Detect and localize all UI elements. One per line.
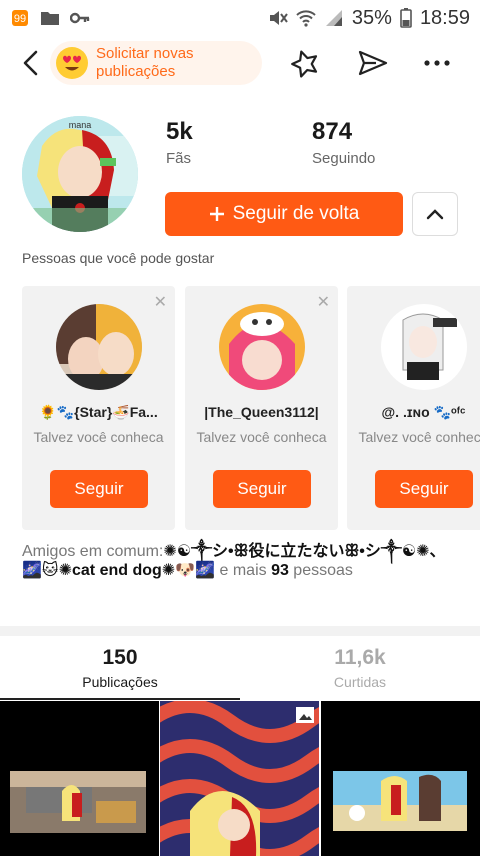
suggestion-name: 🌻🐾{Star}🍜Fa... xyxy=(39,404,158,420)
more-icon[interactable] xyxy=(420,48,454,78)
followers-count: 5k xyxy=(166,118,193,145)
close-icon[interactable]: ✕ xyxy=(317,292,330,312)
share-icon[interactable] xyxy=(356,48,390,78)
likes-label: Curtidas xyxy=(333,674,387,690)
suggestion-avatar[interactable] xyxy=(219,304,305,390)
mutual-count: 93 xyxy=(271,562,289,579)
mutual-suffix-before: e mais xyxy=(215,562,272,579)
follow-back-label: Seguir de volta xyxy=(232,203,360,224)
follow-button[interactable]: Seguir xyxy=(375,470,473,508)
video-thumbnail[interactable] xyxy=(321,701,480,856)
suggestion-subtitle: Talvez você conheca xyxy=(196,429,327,445)
top-bar: Solicitar novas publicações xyxy=(0,38,480,88)
likes-count: 11,6k xyxy=(334,646,386,669)
request-posts-banner[interactable]: Solicitar novas publicações xyxy=(50,41,262,85)
tab-posts[interactable]: 150 Publicações xyxy=(0,646,240,690)
avatar-watermark: mana xyxy=(69,120,92,130)
mutual-suffix-after: pessoas xyxy=(288,562,353,579)
active-tab-indicator xyxy=(0,698,240,700)
suggestion-avatar[interactable] xyxy=(381,304,467,390)
app-icon: 99 xyxy=(12,10,28,26)
expand-suggestions-button[interactable] xyxy=(412,192,458,236)
suggestions-title: Pessoas que você pode gostar xyxy=(22,250,215,266)
follow-button[interactable]: Seguir xyxy=(213,470,311,508)
followers-label: Fãs xyxy=(166,150,192,167)
mutual-prefix: Amigos em comum: xyxy=(22,543,164,560)
follow-button[interactable]: Seguir xyxy=(50,470,148,508)
posts-label: Publicações xyxy=(82,674,158,690)
clock: 18:59 xyxy=(419,6,470,29)
svg-text:99: 99 xyxy=(14,13,26,25)
suggestion-card[interactable]: ✕ |The_Queen3112| Talvez você conheca Se… xyxy=(185,286,338,530)
suggestion-card[interactable]: ✕ 🌻🐾{Star}🍜Fa... Talvez você conheca Seg… xyxy=(22,286,175,530)
close-icon[interactable]: ✕ xyxy=(154,292,167,312)
suggestion-name: |The_Queen3112| xyxy=(204,404,319,420)
following-label: Seguindo xyxy=(312,150,376,167)
mutual-friends[interactable]: Amigos em comum:✺☯︎༒シ•ꕥ役に立たないꕥ•シ༒☯︎✺、🌌🐱✺… xyxy=(22,542,462,580)
tab-likes[interactable]: 11,6k Curtidas xyxy=(240,646,480,690)
heart-eyes-emoji-icon xyxy=(56,47,88,79)
posts-count: 150 xyxy=(102,646,138,669)
key-icon xyxy=(70,12,90,24)
back-arrow-icon[interactable] xyxy=(18,48,44,78)
mute-icon xyxy=(269,11,288,25)
video-thumbnail[interactable] xyxy=(160,701,319,856)
battery-icon xyxy=(400,8,412,28)
profile-avatar[interactable]: mana xyxy=(22,116,138,232)
suggestion-name: @. .ɪɴᴏ 🐾ᵒᶠᶜ xyxy=(381,404,466,420)
following-stat[interactable]: 874 Seguindo xyxy=(312,118,375,167)
request-posts-text: Solicitar novas publicações xyxy=(96,45,194,80)
suggestion-subtitle: Talvez você conheca xyxy=(33,429,164,445)
chevron-up-icon xyxy=(426,209,444,220)
section-divider xyxy=(0,626,480,636)
battery-percent: 35% xyxy=(351,6,392,29)
star-icon[interactable] xyxy=(288,48,322,78)
suggestion-card[interactable]: @. .ɪɴᴏ 🐾ᵒᶠᶜ Talvez você conheca Seguir xyxy=(347,286,480,530)
wifi-icon xyxy=(296,10,316,27)
signal-icon xyxy=(325,10,342,26)
suggestion-subtitle: Talvez você conheca xyxy=(358,429,480,445)
following-count: 874 xyxy=(312,118,353,145)
plus-icon xyxy=(209,207,224,221)
video-thumbnail[interactable] xyxy=(0,701,159,856)
folder-icon xyxy=(41,12,59,25)
status-bar: 99 35% 18:59 xyxy=(0,0,480,36)
suggestion-avatar[interactable] xyxy=(56,304,142,390)
follow-back-button[interactable]: Seguir de volta xyxy=(165,192,403,236)
followers-stat[interactable]: 5k Fãs xyxy=(166,118,193,167)
